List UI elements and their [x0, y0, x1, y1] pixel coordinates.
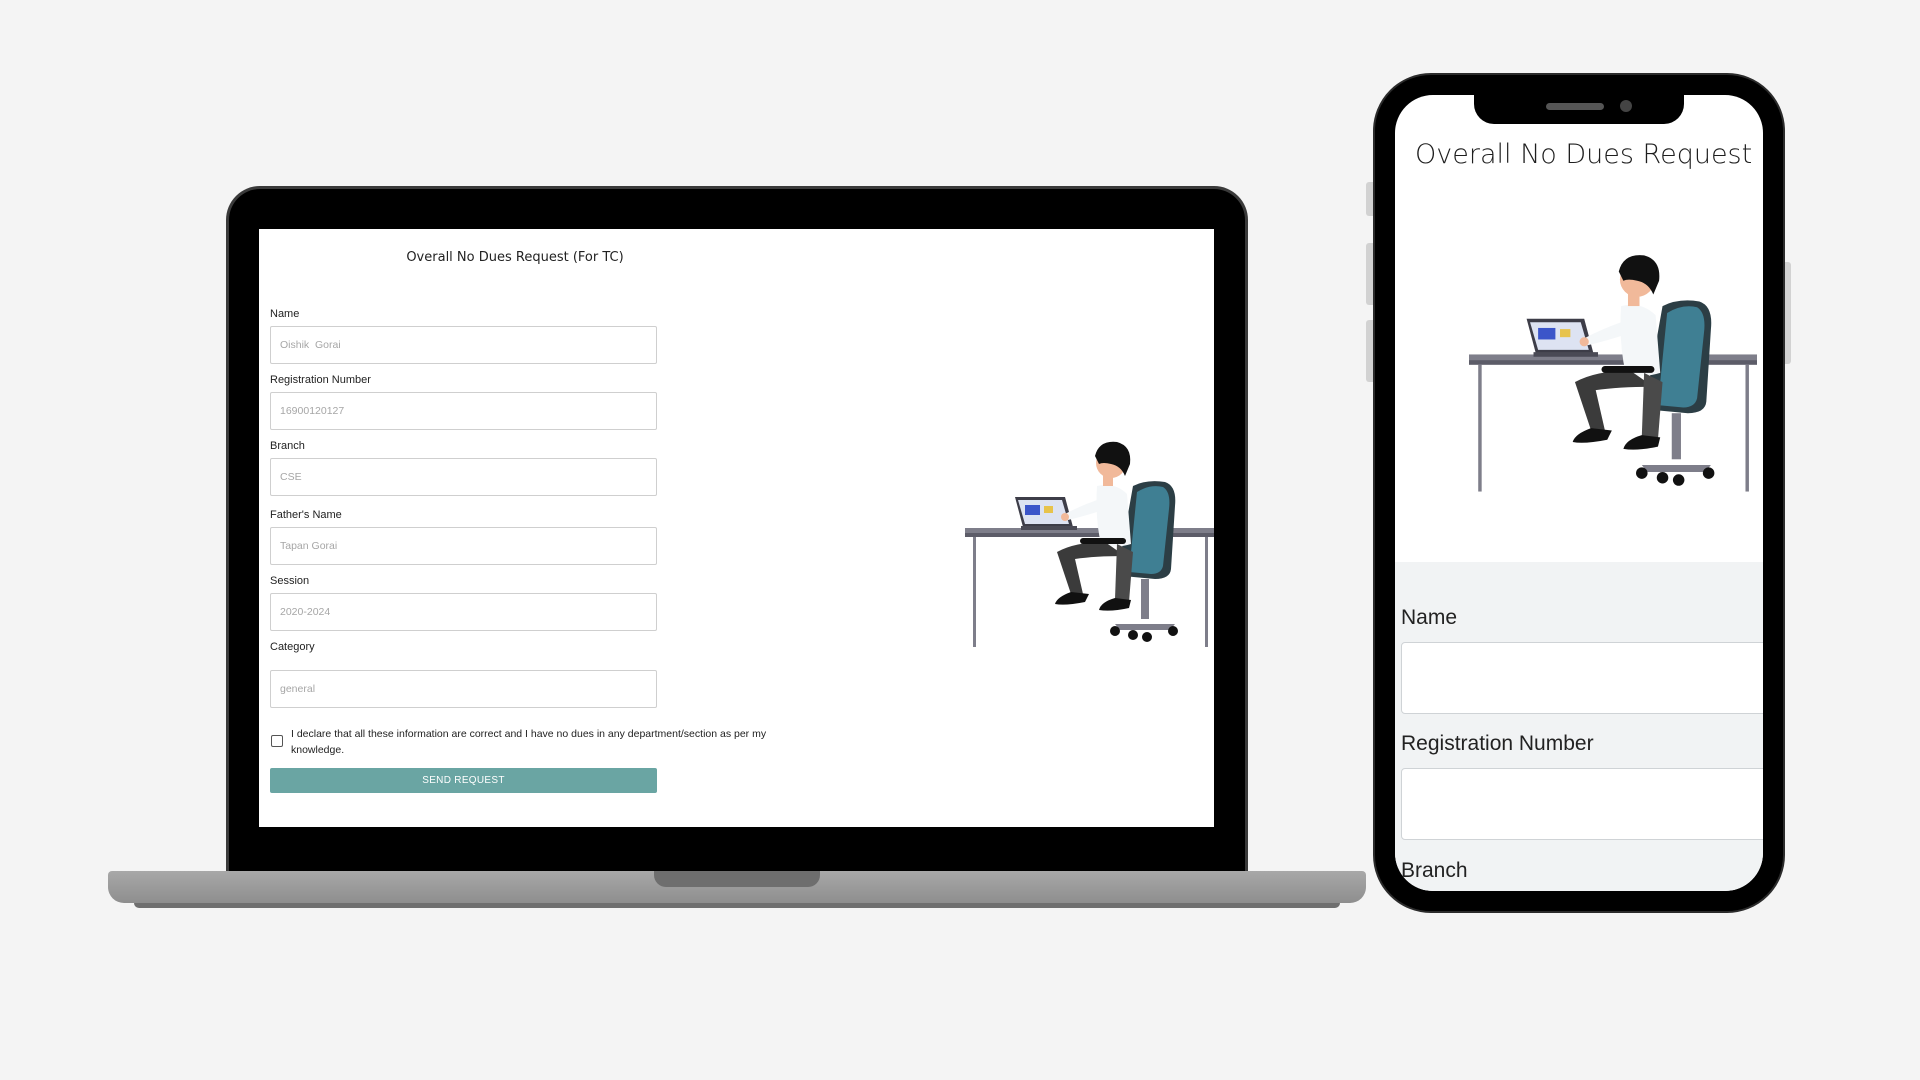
laptop-base-edge — [134, 903, 1340, 908]
mobile-name-input[interactable] — [1401, 642, 1763, 714]
registration-number-input[interactable] — [270, 392, 657, 430]
fathers-name-input[interactable] — [270, 527, 657, 565]
laptop-hinge-notch — [654, 871, 820, 887]
phone-volume-up-button — [1366, 243, 1373, 305]
person-at-desk-illustration — [965, 441, 1214, 647]
phone-camera-icon — [1620, 100, 1632, 112]
name-input[interactable] — [270, 326, 657, 364]
person-at-desk-illustration — [1469, 255, 1757, 492]
mobile-name-label: Name — [1401, 606, 1458, 629]
branch-input[interactable] — [270, 458, 657, 496]
name-label: Name — [270, 308, 300, 320]
session-input[interactable] — [270, 593, 657, 631]
category-input[interactable] — [270, 670, 657, 708]
declaration-text: I declare that all these information are… — [291, 728, 767, 756]
phone-side-button — [1366, 182, 1373, 216]
mockup-stage: Overall No Dues Request (For TC) Name Re… — [0, 0, 1920, 1080]
registration-number-label: Registration Number — [270, 374, 371, 386]
mobile-registration-number-input[interactable] — [1401, 768, 1763, 840]
mobile-registration-number-label: Registration Number — [1401, 732, 1594, 755]
laptop-screen: Overall No Dues Request (For TC) Name Re… — [259, 229, 1214, 827]
phone-screen: Overall No Dues Request Name Registratio… — [1395, 95, 1763, 891]
phone-volume-down-button — [1366, 320, 1373, 382]
page-title: Overall No Dues Request (For TC) — [406, 250, 624, 265]
send-request-button[interactable]: SEND REQUEST — [270, 768, 657, 793]
branch-label: Branch — [270, 440, 305, 452]
phone-speaker — [1546, 103, 1604, 110]
phone-power-button — [1784, 262, 1791, 364]
fathers-name-label: Father's Name — [270, 509, 342, 521]
declaration-checkbox[interactable] — [271, 735, 283, 747]
mobile-page-title: Overall No Dues Request — [1415, 139, 1753, 170]
session-label: Session — [270, 575, 310, 587]
category-label: Category — [270, 641, 315, 653]
mobile-branch-label: Branch — [1401, 859, 1468, 882]
